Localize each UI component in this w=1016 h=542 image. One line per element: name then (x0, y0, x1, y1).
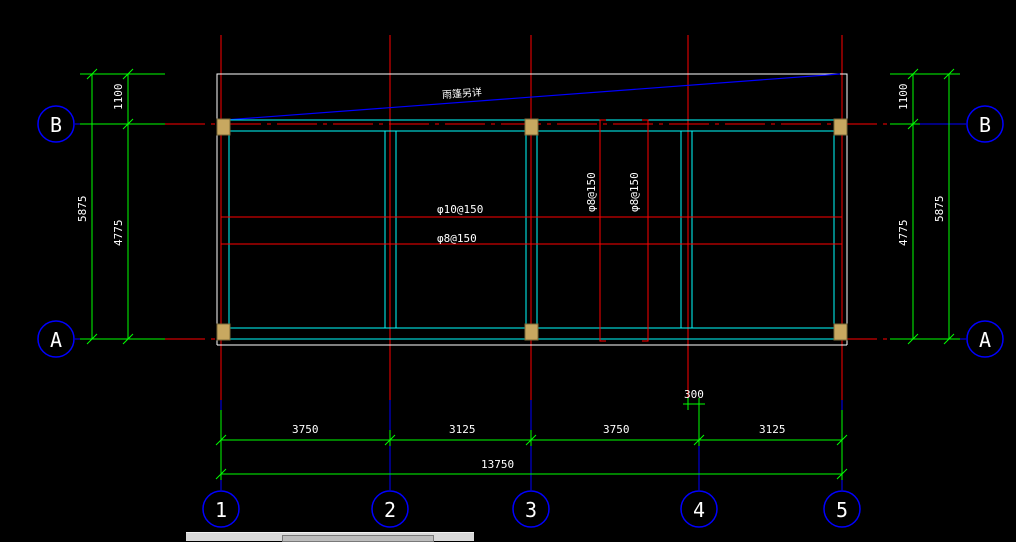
column-3A (524, 323, 539, 341)
axis-label-1: 1 (215, 498, 227, 522)
column-1B (216, 118, 231, 136)
axis-label-A-left: A (50, 328, 62, 352)
axis-label-5: 5 (836, 498, 848, 522)
rebar-label-vertical-right: φ8@150 (628, 172, 641, 212)
dim-bay-4: 3125 (759, 423, 786, 436)
canopy-outline (216, 73, 848, 346)
scrollbar-thumb[interactable] (282, 535, 434, 542)
dim-left-inner: 4775 (112, 220, 125, 247)
axis-label-3: 3 (525, 498, 537, 522)
axis-label-B-right: B (979, 113, 991, 137)
canopy-slope-line (224, 73, 841, 121)
axis-label-B-left: B (50, 113, 62, 137)
dim-bay-1: 3750 (292, 423, 319, 436)
rebar-label-horizontal-top: φ10@150 (437, 203, 483, 216)
column-3B (524, 118, 539, 136)
column-5A (833, 323, 848, 341)
rebar-label-horizontal-bottom: φ8@150 (437, 232, 477, 245)
dim-bay-3: 3750 (603, 423, 630, 436)
dim-bay-2: 3125 (449, 423, 476, 436)
axis-label-A-right: A (979, 328, 991, 352)
axis-bubbles (37, 105, 1004, 528)
dim-total: 13750 (481, 458, 514, 471)
axis-label-4: 4 (693, 498, 705, 522)
axis-label-2: 2 (384, 498, 396, 522)
cad-drawing-canvas[interactable]: 雨篷另详 φ10@150 φ8@150 φ8@150 φ8@150 3750 3… (0, 0, 1016, 540)
canopy-note: 雨篷另详 (442, 85, 483, 101)
column-5B (833, 118, 848, 136)
dim-left-top: 1100 (112, 84, 125, 111)
rebar-label-vertical-left: φ8@150 (585, 172, 598, 212)
dim-right-outer: 5875 (933, 196, 946, 223)
dim-offset: 300 (684, 388, 704, 401)
axis-extension-lines (75, 123, 966, 490)
columns (216, 118, 848, 341)
dim-right-inner: 4775 (897, 220, 910, 247)
dim-right-top: 1100 (897, 84, 910, 111)
dim-left-outer: 5875 (76, 196, 89, 223)
column-1A (216, 323, 231, 341)
